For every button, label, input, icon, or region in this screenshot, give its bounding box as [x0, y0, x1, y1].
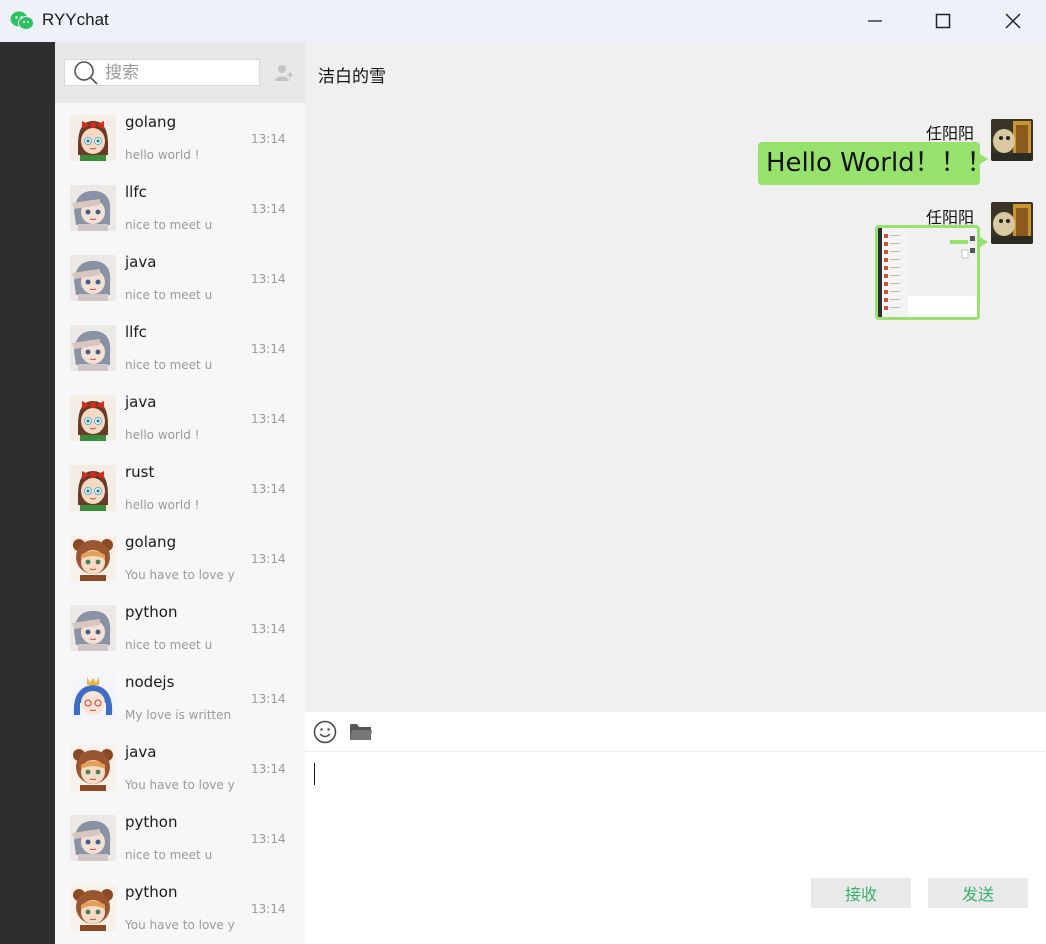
- avatar: [70, 675, 116, 721]
- message-preview: You have to love yo: [125, 918, 235, 932]
- app-title: RYYchat: [42, 10, 109, 29]
- contact-name: rust: [125, 463, 155, 481]
- contact-panel: golang hello world ! 13:14 llfc nice to meet…: [55, 42, 305, 944]
- message-time: 13:14: [251, 412, 286, 426]
- contact-name: java: [125, 393, 157, 411]
- minimize-icon: [868, 20, 882, 22]
- contact-name: java: [125, 253, 157, 271]
- contact-name: python: [125, 813, 178, 831]
- avatar: [70, 535, 116, 581]
- message-time: 13:14: [251, 692, 286, 706]
- screenshot-thumbnail-icon: [878, 228, 977, 317]
- message-time: 13:14: [251, 762, 286, 776]
- composer-toolbar: [305, 712, 1046, 752]
- contact-item[interactable]: golang You have to love yo 13:14: [55, 523, 305, 593]
- message-time: 13:14: [251, 482, 286, 496]
- contact-item[interactable]: java You have to love yo 13:14: [55, 733, 305, 803]
- folder-icon[interactable]: [349, 722, 373, 742]
- avatar: [70, 815, 116, 861]
- avatar: [70, 395, 116, 441]
- image-message[interactable]: [875, 225, 980, 320]
- contact-item[interactable]: rust hello world ! 13:14: [55, 453, 305, 523]
- search-area: [55, 42, 305, 103]
- title-bar: RYYchat: [0, 0, 1046, 42]
- avatar: [70, 465, 116, 511]
- app-logo-icon: [10, 11, 34, 30]
- message-preview: nice to meet u: [125, 358, 213, 372]
- input-area: 接收 发送: [305, 712, 1046, 944]
- message-preview: hello world !: [125, 428, 200, 442]
- user-photo-icon: [991, 119, 1033, 161]
- message-time: 13:14: [251, 622, 286, 636]
- minimize-button[interactable]: [840, 0, 910, 42]
- maximize-button[interactable]: [908, 0, 978, 42]
- message-time: 13:14: [251, 342, 286, 356]
- contact-name: nodejs: [125, 673, 175, 691]
- message-preview: hello world !: [125, 148, 200, 162]
- send-button[interactable]: 发送: [928, 878, 1028, 908]
- message-preview: nice to meet u: [125, 288, 213, 302]
- contact-item[interactable]: golang hello world ! 13:14: [55, 103, 305, 173]
- contact-name: golang: [125, 533, 177, 551]
- receive-button[interactable]: 接收: [811, 878, 911, 908]
- avatar: [70, 185, 116, 231]
- message-time: 13:14: [251, 902, 286, 916]
- avatar: [70, 115, 116, 161]
- search-box[interactable]: [64, 59, 260, 86]
- contact-name: llfc: [125, 183, 147, 201]
- side-nav-bar: [0, 42, 55, 944]
- message-preview: nice to meet u: [125, 848, 213, 862]
- bubble-tail: [980, 154, 988, 164]
- contact-name: golang: [125, 113, 177, 131]
- contact-item[interactable]: python You have to love yo 13:14: [55, 873, 305, 943]
- search-input[interactable]: [105, 62, 245, 83]
- message-preview: hello world !: [125, 498, 200, 512]
- contact-name: python: [125, 883, 178, 901]
- emoji-icon[interactable]: [313, 720, 337, 744]
- add-friend-icon[interactable]: [274, 63, 294, 83]
- contact-item[interactable]: nodejs My love is written i 13:14: [55, 663, 305, 733]
- bubble-tail: [980, 237, 988, 247]
- message-time: 13:14: [251, 272, 286, 286]
- avatar: [70, 325, 116, 371]
- avatar[interactable]: [991, 119, 1033, 161]
- contact-name: llfc: [125, 323, 147, 341]
- message-time: 13:14: [251, 132, 286, 146]
- user-photo-icon: [991, 202, 1033, 244]
- close-icon: [1005, 13, 1021, 29]
- contact-list: golang hello world ! 13:14 llfc nice to meet…: [55, 103, 305, 943]
- search-icon: [74, 60, 98, 85]
- message-preview: nice to meet u: [125, 218, 213, 232]
- contact-item[interactable]: llfc nice to meet u 13:14: [55, 313, 305, 383]
- message-time: 13:14: [251, 832, 286, 846]
- contact-item[interactable]: python nice to meet u 13:14: [55, 593, 305, 663]
- contact-item[interactable]: java hello world ! 13:14: [55, 383, 305, 453]
- message-preview: nice to meet u: [125, 638, 213, 652]
- chat-panel: 洁白的雪 任阳阳 Hello World！！！ 任阳阳 接收 发送: [305, 42, 1046, 944]
- avatar: [70, 885, 116, 931]
- avatar: [70, 255, 116, 301]
- contact-name: java: [125, 743, 157, 761]
- avatar: [70, 605, 116, 651]
- message-time: 13:14: [251, 552, 286, 566]
- text-caret: [314, 763, 315, 785]
- message-preview: My love is written i: [125, 708, 235, 722]
- contact-item[interactable]: python nice to meet u 13:14: [55, 803, 305, 873]
- message-sender: 任阳阳: [926, 124, 975, 143]
- contact-item[interactable]: java nice to meet u 13:14: [55, 243, 305, 313]
- message-preview: You have to love yo: [125, 778, 235, 792]
- maximize-icon: [935, 13, 951, 29]
- message-time: 13:14: [251, 202, 286, 216]
- chat-title: 洁白的雪: [318, 67, 386, 87]
- contact-item[interactable]: llfc nice to meet u 13:14: [55, 173, 305, 243]
- avatar[interactable]: [991, 202, 1033, 244]
- contact-name: python: [125, 603, 178, 621]
- message-preview: You have to love yo: [125, 568, 235, 582]
- message-bubble[interactable]: Hello World！！！: [758, 142, 993, 185]
- avatar: [70, 745, 116, 791]
- close-button[interactable]: [978, 0, 1046, 42]
- message-area: 任阳阳 Hello World！！！ 任阳阳: [305, 104, 1046, 712]
